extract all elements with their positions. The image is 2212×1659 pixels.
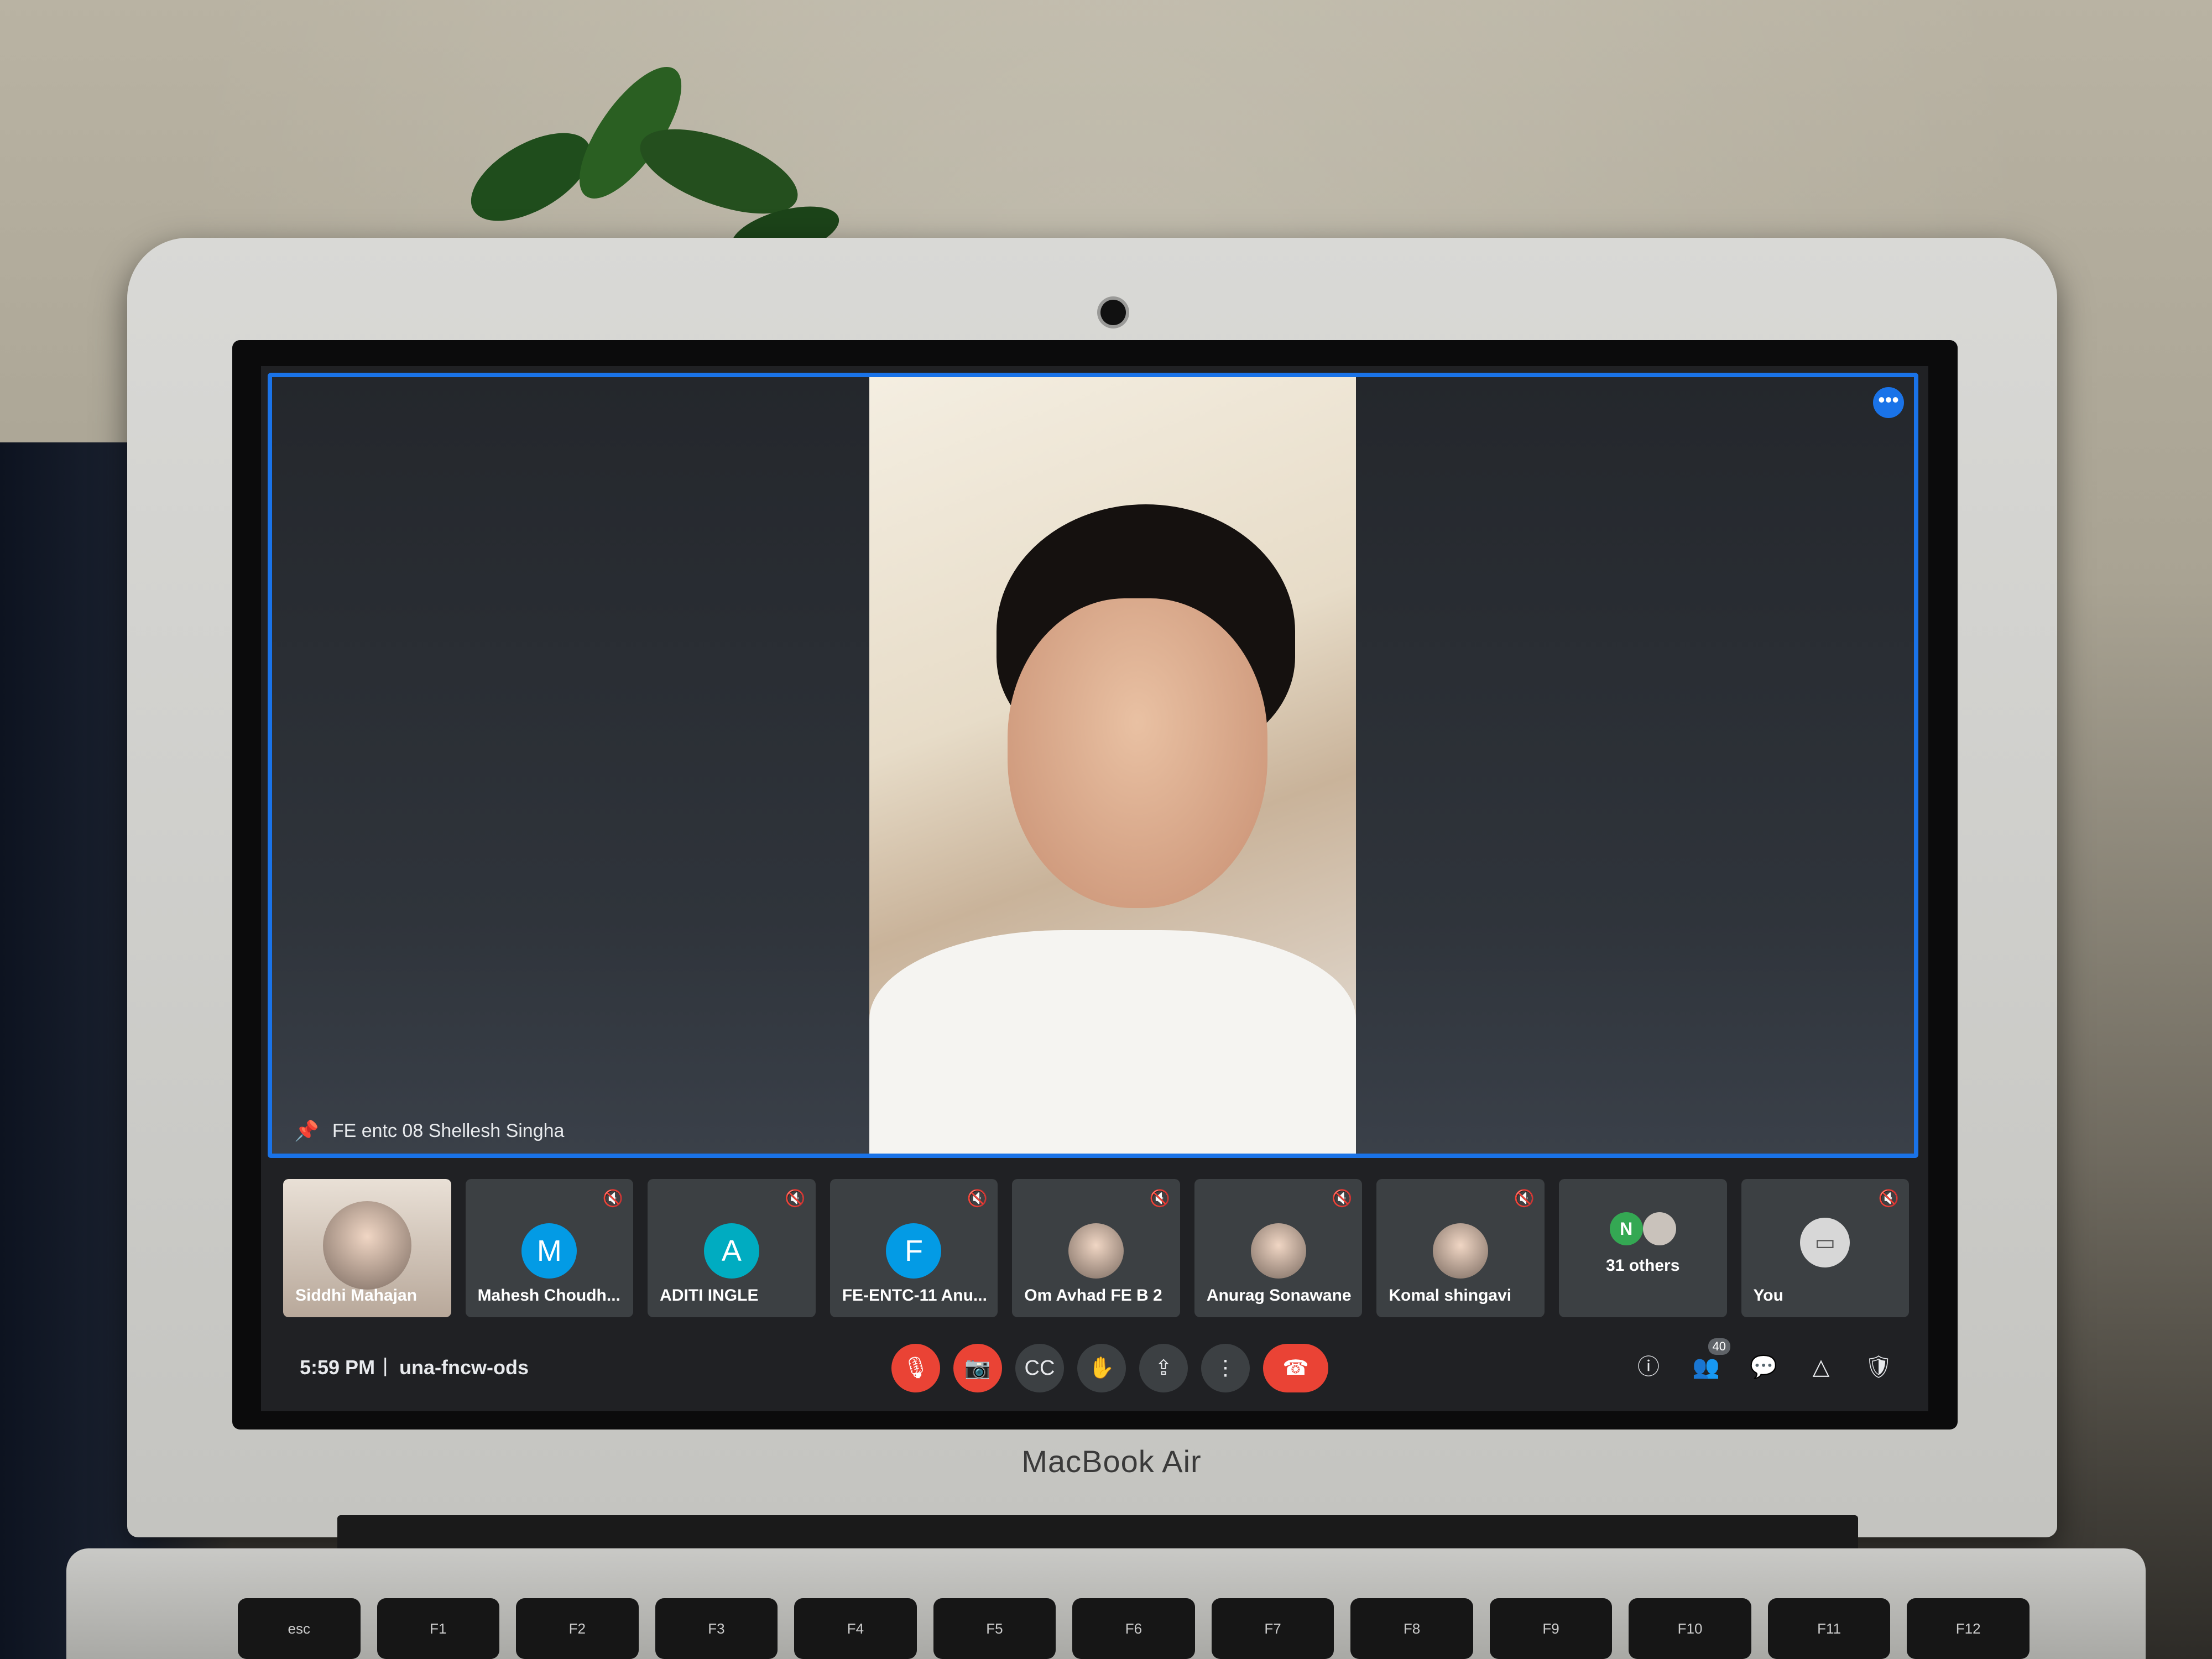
captions-icon[interactable]: CC xyxy=(1015,1344,1064,1392)
participant-name: Komal shingavi xyxy=(1389,1286,1512,1305)
participant-tile[interactable]: 🔇 M Mahesh Choudh... xyxy=(465,1179,634,1317)
mic-off-icon: 🔇 xyxy=(1514,1190,1535,1208)
key-f6[interactable]: F6 xyxy=(1072,1598,1195,1659)
chat-icon[interactable]: 💬 xyxy=(1747,1350,1780,1384)
more-horizontal-icon[interactable]: ••• xyxy=(1873,387,1904,418)
participant-filmstrip: Siddhi Mahajan 🔇 M Mahesh Choudh... 🔇 A … xyxy=(283,1179,1910,1317)
mic-off-icon: 🔇 xyxy=(1878,1190,1900,1208)
host-controls-icon[interactable]: 🛡 xyxy=(1862,1350,1895,1384)
meeting-code: una-fncw-ods xyxy=(399,1356,529,1379)
activities-icon[interactable]: △ xyxy=(1804,1350,1838,1384)
presenting-icon: ▭ xyxy=(1800,1218,1850,1267)
meet-window: ••• 📌 FE entc 08 Shellesh Singha Siddhi … xyxy=(261,366,1928,1411)
side-panel-controls: ⓘ 👥 40 💬 △ 🛡 xyxy=(1632,1338,1895,1384)
camera-off-icon[interactable]: 📷 xyxy=(953,1344,1002,1392)
speaker-face xyxy=(1008,598,1267,908)
self-tile[interactable]: 🔇 ▭ You xyxy=(1741,1179,1910,1317)
speaker-label: 📌 FE entc 08 Shellesh Singha xyxy=(294,1119,564,1142)
others-avatar-photo xyxy=(1642,1212,1676,1245)
present-icon[interactable]: ⇪ xyxy=(1139,1344,1188,1392)
more-vertical-icon[interactable]: ⋮ xyxy=(1201,1344,1250,1392)
speaker-video xyxy=(869,377,1356,1154)
participant-avatar: A xyxy=(703,1223,759,1279)
main-stage: ••• 📌 FE entc 08 Shellesh Singha xyxy=(268,373,1918,1158)
info-icon[interactable]: ⓘ xyxy=(1632,1350,1665,1384)
participant-video xyxy=(322,1201,411,1290)
participant-name: Om Avhad FE B 2 xyxy=(1024,1286,1162,1305)
key-f8[interactable]: F8 xyxy=(1350,1598,1473,1659)
people-icon[interactable]: 👥 40 xyxy=(1689,1338,1730,1384)
people-count-badge: 40 xyxy=(1708,1338,1730,1355)
mic-off-icon: 🔇 xyxy=(967,1190,988,1208)
participant-tile[interactable]: 🔇 Anurag Sonawane xyxy=(1194,1179,1363,1317)
participant-name: Mahesh Choudh... xyxy=(477,1286,620,1305)
participant-tile[interactable]: Siddhi Mahajan xyxy=(283,1179,451,1317)
participant-name: Siddhi Mahajan xyxy=(295,1286,418,1305)
participant-tile[interactable]: 🔇 A ADITI INGLE xyxy=(648,1179,816,1317)
webcam-icon xyxy=(1100,300,1126,325)
mic-off-icon[interactable]: 🎙 xyxy=(891,1344,940,1392)
end-call-icon[interactable]: ☎ xyxy=(1263,1344,1328,1392)
participant-tile[interactable]: 🔇 F FE-ENTC-11 Anu... xyxy=(830,1179,998,1317)
speaker-name: FE entc 08 Shellesh Singha xyxy=(332,1120,565,1141)
separator: | xyxy=(383,1354,388,1376)
key-f3[interactable]: F3 xyxy=(655,1598,778,1659)
participant-avatar: M xyxy=(521,1223,577,1279)
key-f1[interactable]: F1 xyxy=(377,1598,500,1659)
function-keys: esc F1 F2 F3 F4 F5 F6 F7 F8 F9 F10 F11 F… xyxy=(238,1598,2030,1659)
pin-icon[interactable]: 📌 xyxy=(294,1119,319,1142)
meeting-time: 5:59 PM xyxy=(300,1356,375,1379)
key-esc[interactable]: esc xyxy=(238,1598,361,1659)
key-f10[interactable]: F10 xyxy=(1629,1598,1751,1659)
others-label: 31 others xyxy=(1606,1256,1680,1275)
mic-off-icon: 🔇 xyxy=(1332,1190,1353,1208)
participant-tile[interactable]: 🔇 Om Avhad FE B 2 xyxy=(1012,1179,1180,1317)
key-f9[interactable]: F9 xyxy=(1489,1598,1613,1659)
participant-avatar xyxy=(1433,1223,1489,1279)
bottom-bar: 5:59 PM | una-fncw-ods 🎙 📷 CC ✋ ⇪ ⋮ ☎ ⓘ … xyxy=(261,1328,1928,1411)
key-f4[interactable]: F4 xyxy=(794,1598,917,1659)
key-f12[interactable]: F12 xyxy=(1907,1598,2030,1659)
key-f11[interactable]: F11 xyxy=(1767,1598,1891,1659)
mic-off-icon: 🔇 xyxy=(785,1190,806,1208)
call-controls: 🎙 📷 CC ✋ ⇪ ⋮ ☎ xyxy=(891,1344,1328,1392)
key-f5[interactable]: F5 xyxy=(933,1598,1056,1659)
key-f2[interactable]: F2 xyxy=(516,1598,639,1659)
others-tile[interactable]: N 31 others xyxy=(1558,1179,1727,1317)
participant-name: ADITI INGLE xyxy=(660,1286,759,1305)
others-avatars: N xyxy=(1609,1212,1676,1245)
laptop-brand: MacBook Air xyxy=(1021,1444,1202,1479)
others-avatar: N xyxy=(1609,1212,1643,1245)
participant-avatar xyxy=(1068,1223,1124,1279)
participant-avatar xyxy=(1250,1223,1306,1279)
raise-hand-icon[interactable]: ✋ xyxy=(1077,1344,1126,1392)
key-f7[interactable]: F7 xyxy=(1211,1598,1334,1659)
self-label: You xyxy=(1753,1286,1783,1305)
participant-name: Anurag Sonawane xyxy=(1206,1286,1352,1305)
participant-name: FE-ENTC-11 Anu... xyxy=(842,1286,987,1305)
speaker-shirt xyxy=(869,930,1356,1154)
mic-off-icon: 🔇 xyxy=(1149,1190,1170,1208)
mic-off-icon: 🔇 xyxy=(602,1190,624,1208)
participant-tile[interactable]: 🔇 Komal shingavi xyxy=(1376,1179,1545,1317)
participant-avatar: F xyxy=(886,1223,942,1279)
